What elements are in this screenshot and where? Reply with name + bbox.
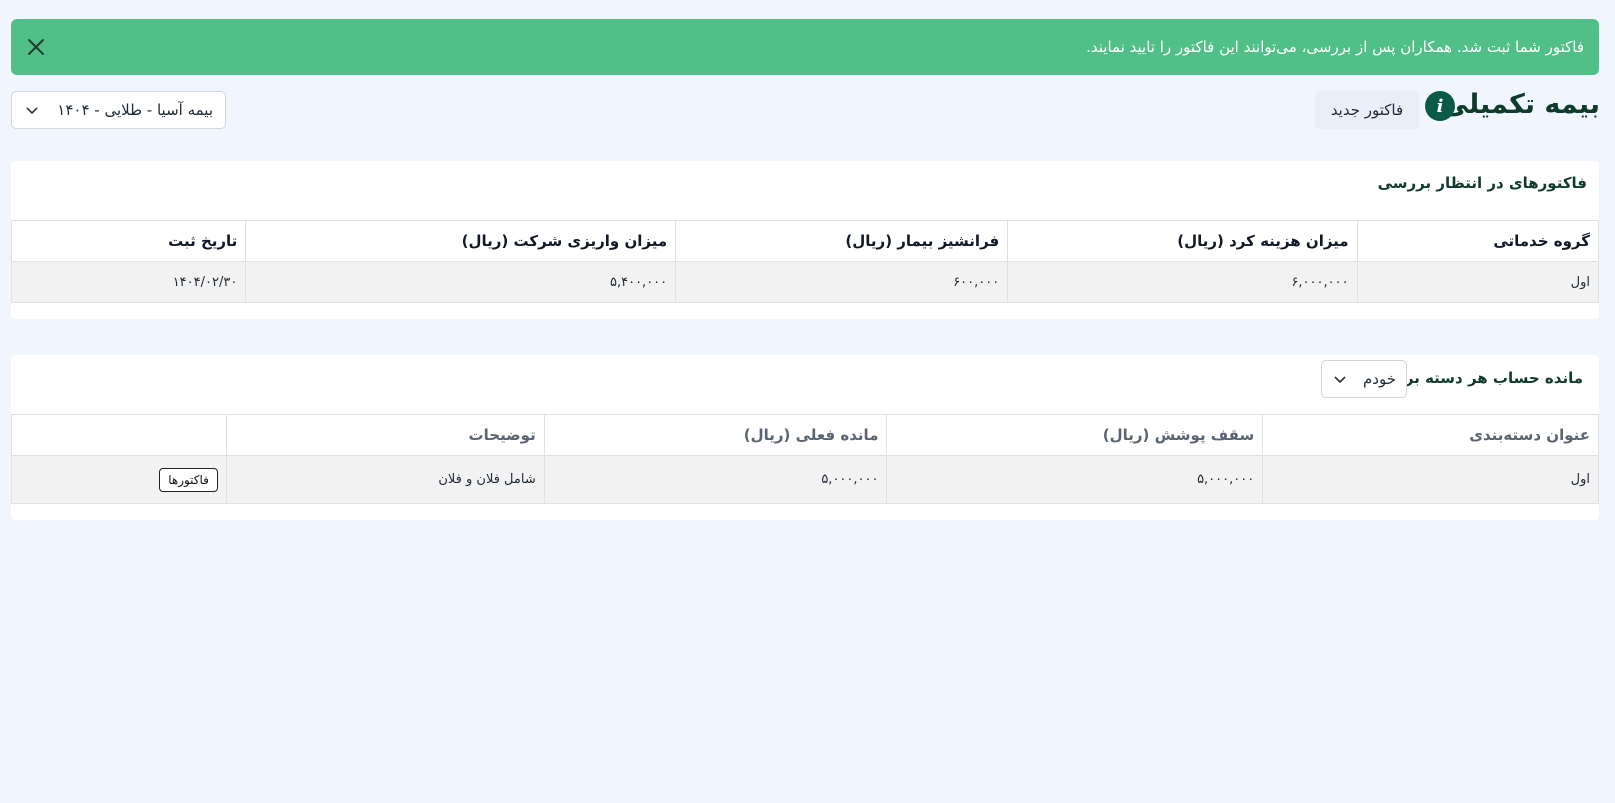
person-select-value: خودم bbox=[1363, 370, 1396, 388]
invoices-button[interactable]: فاکتورها bbox=[159, 467, 218, 492]
table-row: اول ۶,۰۰۰,۰۰۰ ۶۰۰,۰۰۰ ۵,۴۰۰,۰۰۰ ۱۴۰۴/۰۲/… bbox=[10, 261, 1600, 303]
balance-card: مانده حساب هر دسته برای خودم عنوان دسته‌… bbox=[11, 355, 1599, 520]
pending-invoices-table: گروه خدماتی میزان هزینه کرد (ریال) فرانش… bbox=[10, 220, 1600, 303]
plan-select-value: بیمه آسیا - طلایی - ۱۴۰۴ bbox=[57, 101, 213, 119]
column-header: مانده فعلی (ریال) bbox=[543, 414, 888, 456]
column-header: گروه خدماتی bbox=[1356, 220, 1600, 262]
table-cell: ۶,۰۰۰,۰۰۰ bbox=[1007, 261, 1358, 303]
chevron-down-icon bbox=[1334, 370, 1346, 388]
table-cell: فاکتورها bbox=[11, 455, 227, 504]
column-header: توضیحات bbox=[225, 414, 545, 456]
column-header: میزان واریزی شرکت (ریال) bbox=[245, 220, 677, 262]
table-header-row: گروه خدماتی میزان هزینه کرد (ریال) فرانش… bbox=[10, 220, 1600, 262]
column-header: فرانشیز بیمار (ریال) bbox=[675, 220, 1009, 262]
page-title: بیمه تکمیلی bbox=[1441, 89, 1600, 120]
column-header: عنوان دسته‌بندی bbox=[1262, 414, 1599, 456]
pending-invoices-title: فاکتورهای در انتظار بررسی bbox=[1377, 174, 1587, 192]
close-icon[interactable] bbox=[23, 34, 49, 60]
column-header: تاریخ ثبت bbox=[10, 220, 247, 262]
table-row: اول ۵,۰۰۰,۰۰۰ ۵,۰۰۰,۰۰۰ شامل فلان و فلان… bbox=[11, 455, 1599, 504]
column-header bbox=[11, 414, 227, 456]
column-header: میزان هزینه کرد (ریال) bbox=[1007, 220, 1358, 262]
balance-title: مانده حساب هر دسته برای bbox=[1386, 369, 1583, 387]
table-cell: ۵,۴۰۰,۰۰۰ bbox=[245, 261, 677, 303]
table-cell: ۱۴۰۴/۰۲/۳۰ bbox=[10, 261, 247, 303]
plan-select[interactable]: بیمه آسیا - طلایی - ۱۴۰۴ bbox=[11, 91, 226, 129]
column-header: سقف پوشش (ریال) bbox=[886, 414, 1264, 456]
table-cell: ۵,۰۰۰,۰۰۰ bbox=[543, 455, 888, 504]
alert-message: فاکتور شما ثبت شد. همکاران پس از بررسی، … bbox=[1086, 38, 1584, 56]
table-cell: ۶۰۰,۰۰۰ bbox=[675, 261, 1009, 303]
info-icon[interactable]: i bbox=[1425, 91, 1455, 121]
chevron-down-icon bbox=[26, 101, 38, 119]
table-cell: ۵,۰۰۰,۰۰۰ bbox=[886, 455, 1264, 504]
pending-invoices-card: فاکتورهای در انتظار بررسی گروه خدماتی می… bbox=[10, 161, 1600, 319]
person-select[interactable]: خودم bbox=[1321, 360, 1407, 398]
balance-table: عنوان دسته‌بندی سقف پوشش (ریال) مانده فع… bbox=[11, 414, 1599, 504]
table-cell: شامل فلان و فلان bbox=[225, 455, 545, 504]
table-header-row: عنوان دسته‌بندی سقف پوشش (ریال) مانده فع… bbox=[11, 414, 1599, 456]
success-alert: فاکتور شما ثبت شد. همکاران پس از بررسی، … bbox=[11, 19, 1599, 75]
table-cell: اول bbox=[1262, 455, 1599, 504]
table-cell: اول bbox=[1356, 261, 1600, 303]
new-invoice-button[interactable]: فاکتور جدید bbox=[1315, 91, 1419, 129]
